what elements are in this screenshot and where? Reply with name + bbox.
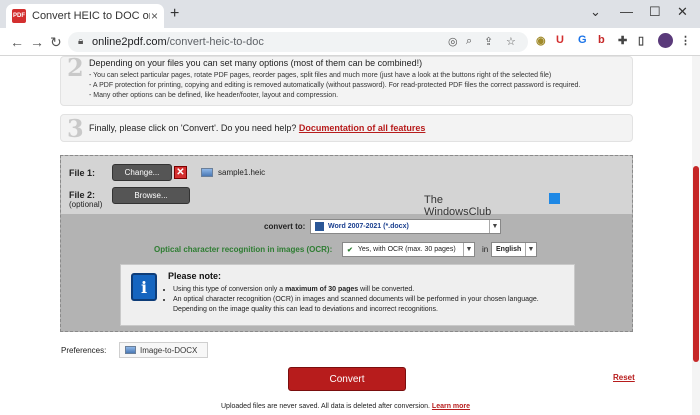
file-list: File 1: Change... ✕ sample1.heic File 2:… [61,156,632,214]
checkmark-icon: ✔ [347,246,353,254]
extension-u-icon[interactable]: U [556,34,564,46]
delete-file-icon[interactable]: ✕ [174,166,187,179]
upload-area: File 1: Change... ✕ sample1.heic File 2:… [60,155,633,332]
puzzle-extensions-icon[interactable]: ✚ [618,34,627,47]
zoom-icon[interactable]: ⌕ [466,35,472,48]
ocr-label: Optical character recognition in images … [154,245,333,254]
close-window-button[interactable]: ✕ [677,4,688,20]
step-2-bullet: - Many other options can be defined, lik… [89,92,339,99]
language-in-label: in [482,245,489,254]
change-file-button[interactable]: Change... [112,164,172,181]
windowsclub-logo-icon [549,193,560,204]
file-1-name: sample1.heic [218,168,266,177]
image-file-icon [125,346,136,354]
step-2-bullet: - A PDF protection for printing, copying… [89,82,581,89]
file-2-optional: (optional) [69,200,103,209]
step-3-text: Finally, please click on 'Convert'. Do y… [89,123,426,133]
back-arrow-icon[interactable]: ← [10,34,24,50]
tab-bar: PDF Convert HEIC to DOC online & f × + ⌄… [0,0,700,28]
share-icon[interactable]: ⇪ [484,35,493,48]
page-content: 2 Depending on your files you can set ma… [0,53,700,415]
scrollbar[interactable] [692,56,700,415]
note-box: i Please note: Using this type of conver… [120,264,575,326]
profile-avatar[interactable] [658,33,673,48]
bookmark-star-icon[interactable]: ☆ [506,35,516,48]
step-3-box: 3 Finally, please click on 'Convert'. Do… [60,114,633,143]
maximize-button[interactable]: ☐ [649,4,661,20]
scrollbar-thumb[interactable] [693,166,699,362]
pdf-favicon-icon: PDF [12,9,26,23]
word-doc-icon [315,222,324,231]
sidebar-icon[interactable]: ▯ [638,34,644,47]
chevron-down-icon: ▼ [489,220,500,233]
step-2-bullet: - You can select particular pages, rotat… [89,72,552,79]
format-select[interactable]: Word 2007-2021 (*.docx) ▼ [310,219,501,234]
ocr-select[interactable]: ✔ Yes, with OCR (max. 30 pages) ▼ [342,242,475,257]
convert-button[interactable]: Convert [288,367,406,391]
image-file-icon [201,168,213,177]
info-icon: i [131,273,157,301]
note-title: Please note: [168,271,222,281]
google-lens-icon[interactable]: ◎ [448,35,458,48]
extension-g-icon[interactable]: G [578,34,587,46]
file-2-label: File 2: [69,190,96,200]
new-tab-button[interactable]: + [170,5,179,23]
step-3-number: 3 [67,114,84,143]
minimize-button[interactable]: — [620,4,633,19]
preferences-label: Preferences: [61,346,107,355]
note-bullets: Using this type of conversion only a max… [173,285,568,315]
lock-icon: 🔒︎ [78,36,84,47]
documentation-link[interactable]: Documentation of all features [299,123,426,133]
watermark: The WindowsClub [424,194,492,218]
address-bar: ← → ↻ 🔒︎ online2pdf.com/convert-heic-to-… [0,28,700,56]
note-bullet: An optical character recognition (OCR) i… [173,295,568,315]
footer-note: Uploaded files are never saved. All data… [221,403,471,410]
forward-arrow-icon[interactable]: → [30,34,44,50]
language-select[interactable]: English ▼ [491,242,537,257]
extension-icon[interactable]: ◉ [536,34,546,47]
learn-more-link[interactable]: Learn more [432,403,470,410]
menu-kebab-icon[interactable]: ⋮ [680,34,691,47]
convert-to-label: convert to: [264,222,306,231]
chevron-down-icon: ▼ [525,243,536,256]
preferences-button[interactable]: Image-to-DOCX [119,342,208,358]
reload-icon[interactable]: ↻ [50,34,62,51]
browse-file-button[interactable]: Browse... [112,187,190,204]
file-1-label: File 1: [69,168,96,178]
extension-b-icon[interactable]: b [598,34,605,46]
tab-search-icon[interactable]: ⌄ [590,4,601,20]
url-field[interactable]: 🔒︎ online2pdf.com/convert-heic-to-doc ◎ … [68,32,528,52]
step-2-bullets: - You can select particular pages, rotat… [89,71,580,101]
close-tab-icon[interactable]: × [151,9,158,23]
reset-link[interactable]: Reset [613,373,635,382]
url-text: online2pdf.com/convert-heic-to-doc [92,36,264,48]
note-bullet: Using this type of conversion only a max… [173,285,568,295]
chevron-down-icon: ▼ [463,243,474,256]
tab-title: Convert HEIC to DOC online & f [32,10,150,22]
browser-tab[interactable]: PDF Convert HEIC to DOC online & f × [6,4,164,28]
step-2-title: Depending on your files you can set many… [89,58,423,68]
step-2-box: 2 Depending on your files you can set ma… [60,53,633,106]
step-2-number: 2 [67,53,84,82]
